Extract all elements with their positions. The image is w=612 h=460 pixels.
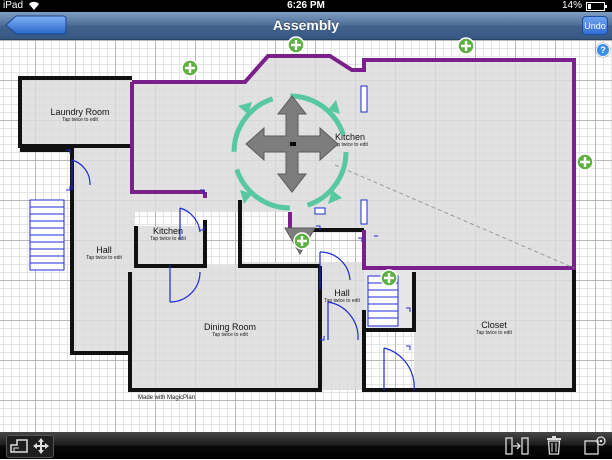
room-hint: Tap twice to edit [324,298,360,304]
add-wall-button[interactable] [576,153,594,176]
room-hint: Tap twice to edit [62,117,98,123]
bottom-toolbar [0,432,612,459]
status-bar: iPad 6:26 PM 14% [0,0,612,12]
hall-2-floor [320,262,364,390]
made-with-credit: Made with MagicPlan [138,395,196,401]
room-hint: Tap twice to edit [212,332,248,338]
move-arrows-icon[interactable] [244,94,340,194]
room-name: Kitchen [152,226,184,236]
room-kitchen-2[interactable]: Kitchen Tap twice to edit [138,226,198,242]
page-title: Assembly [272,17,340,33]
room-hall[interactable]: Hall Tap twice to edit [74,245,134,261]
room-hint: Tap twice to edit [476,330,512,336]
battery-percent: 14% [561,0,582,11]
room-name: Dining Room [203,322,257,332]
plus-circle-icon [576,153,594,171]
plus-circle-icon [457,37,475,55]
help-button[interactable]: ? [596,43,610,57]
room-laundry[interactable]: Laundry Room Tap twice to edit [40,107,120,123]
clock: 6:26 PM [287,0,325,11]
floor-view-icon[interactable] [10,439,28,458]
back-button[interactable] [5,15,67,35]
undo-button[interactable]: Undo [582,16,608,35]
add-wall-button[interactable] [287,36,305,59]
add-wall-button[interactable] [457,37,475,60]
room-closet[interactable]: Closet Tap twice to edit [464,320,524,336]
view-mode-toggle[interactable] [6,435,54,458]
navigation-bar: Assembly Undo [0,12,612,40]
room-name: Hall [334,288,350,298]
trash-icon[interactable] [546,436,562,457]
plus-circle-icon [287,36,305,54]
room-hint: Tap twice to edit [150,236,186,242]
room-hint: Tap twice to edit [86,255,122,261]
plus-circle-icon [380,269,398,287]
add-wall-button[interactable] [181,59,199,82]
move-mode-icon[interactable] [33,438,49,459]
plus-circle-icon [293,232,311,250]
room-hall-2[interactable]: Hall Tap twice to edit [322,288,362,304]
room-dining[interactable]: Dining Room Tap twice to edit [190,322,270,338]
merge-room-icon[interactable] [505,437,529,458]
room-name: Closet [481,320,507,330]
room-name: Hall [96,245,112,255]
add-wall-button[interactable] [380,269,398,292]
plus-circle-icon [181,59,199,77]
add-wall-button[interactable] [293,232,311,255]
room-name: Laundry Room [50,107,110,117]
floor-plan-canvas[interactable]: Laundry Room Tap twice to edit Kitchen T… [0,36,612,432]
room-settings-icon[interactable] [584,436,606,457]
